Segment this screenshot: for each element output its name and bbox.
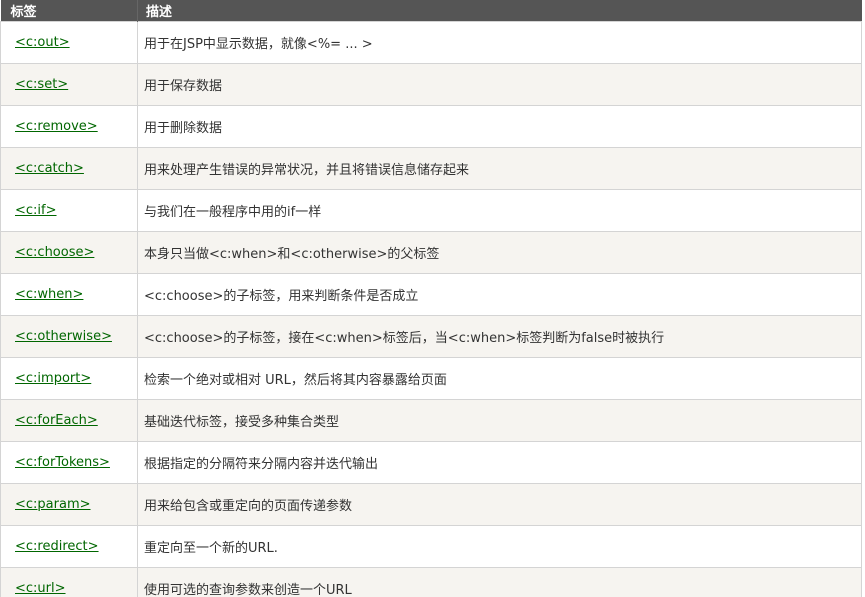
description-cell: 基础迭代标签，接受多种集合类型	[137, 399, 862, 442]
page: 标签 描述 <c:out> 用于在JSP中显示数据，就像<%= ... > <c…	[0, 0, 865, 597]
table-row: <c:if> 与我们在一般程序中用的if一样	[0, 189, 862, 232]
description-cell: 与我们在一般程序中用的if一样	[137, 189, 862, 232]
description-cell: <c:choose>的子标签，接在<c:when>标签后，当<c:when>标签…	[137, 315, 862, 358]
tag-cell: <c:remove>	[0, 105, 138, 148]
description-cell: 本身只当做<c:when>和<c:otherwise>的父标签	[137, 231, 862, 274]
description-cell: 使用可选的查询参数来创造一个URL	[137, 567, 862, 597]
description-cell: 用于保存数据	[137, 63, 862, 106]
tag-cell: <c:param>	[0, 483, 138, 526]
table-row: <c:param> 用来给包含或重定向的页面传递参数	[0, 483, 862, 526]
description-cell: 用来处理产生错误的异常状况，并且将错误信息储存起来	[137, 147, 862, 190]
tag-link-c-set[interactable]: <c:set>	[15, 77, 68, 92]
tag-cell: <c:catch>	[0, 147, 138, 190]
tag-link-c-choose[interactable]: <c:choose>	[15, 245, 94, 260]
tag-link-c-otherwise[interactable]: <c:otherwise>	[15, 329, 112, 344]
tag-link-c-when[interactable]: <c:when>	[15, 287, 83, 302]
tag-cell: <c:out>	[0, 21, 138, 64]
tag-link-c-param[interactable]: <c:param>	[15, 497, 91, 512]
table-header: 标签 描述	[0, 0, 862, 22]
tag-link-c-url[interactable]: <c:url>	[15, 581, 66, 596]
tag-link-c-if[interactable]: <c:if>	[15, 203, 57, 218]
tag-cell: <c:url>	[0, 567, 138, 597]
table-body: <c:out> 用于在JSP中显示数据，就像<%= ... > <c:set> …	[0, 21, 862, 597]
tag-cell: <c:import>	[0, 357, 138, 400]
table-row: <c:forEach> 基础迭代标签，接受多种集合类型	[0, 399, 862, 442]
description-cell: <c:choose>的子标签，用来判断条件是否成立	[137, 273, 862, 316]
column-header-description: 描述	[137, 0, 862, 22]
table-row: <c:choose> 本身只当做<c:when>和<c:otherwise>的父…	[0, 231, 862, 274]
description-cell: 用于删除数据	[137, 105, 862, 148]
description-cell: 重定向至一个新的URL.	[137, 525, 862, 568]
table-row: <c:forTokens> 根据指定的分隔符来分隔内容并迭代输出	[0, 441, 862, 484]
tag-cell: <c:forEach>	[0, 399, 138, 442]
table-row: <c:redirect> 重定向至一个新的URL.	[0, 525, 862, 568]
table-row: <c:when> <c:choose>的子标签，用来判断条件是否成立	[0, 273, 862, 316]
tag-link-c-redirect[interactable]: <c:redirect>	[15, 539, 99, 554]
table-header-row: 标签 描述	[0, 0, 862, 22]
jstl-tag-table: 标签 描述 <c:out> 用于在JSP中显示数据，就像<%= ... > <c…	[0, 0, 862, 597]
tag-link-c-foreach[interactable]: <c:forEach>	[15, 413, 98, 428]
table-row: <c:set> 用于保存数据	[0, 63, 862, 106]
table-row: <c:otherwise> <c:choose>的子标签，接在<c:when>标…	[0, 315, 862, 358]
description-cell: 用来给包含或重定向的页面传递参数	[137, 483, 862, 526]
tag-cell: <c:set>	[0, 63, 138, 106]
tag-cell: <c:choose>	[0, 231, 138, 274]
tag-cell: <c:forTokens>	[0, 441, 138, 484]
tag-cell: <c:otherwise>	[0, 315, 138, 358]
tag-cell: <c:if>	[0, 189, 138, 232]
tag-link-c-fortokens[interactable]: <c:forTokens>	[15, 455, 110, 470]
description-cell: 根据指定的分隔符来分隔内容并迭代输出	[137, 441, 862, 484]
table-row: <c:import> 检索一个绝对或相对 URL，然后将其内容暴露给页面	[0, 357, 862, 400]
description-cell: 用于在JSP中显示数据，就像<%= ... >	[137, 21, 862, 64]
description-cell: 检索一个绝对或相对 URL，然后将其内容暴露给页面	[137, 357, 862, 400]
table-row: <c:catch> 用来处理产生错误的异常状况，并且将错误信息储存起来	[0, 147, 862, 190]
table-row: <c:out> 用于在JSP中显示数据，就像<%= ... >	[0, 21, 862, 64]
tag-link-c-import[interactable]: <c:import>	[15, 371, 91, 386]
tag-link-c-out[interactable]: <c:out>	[15, 35, 70, 50]
column-header-tag: 标签	[0, 0, 138, 22]
table-row: <c:remove> 用于删除数据	[0, 105, 862, 148]
table-row: <c:url> 使用可选的查询参数来创造一个URL	[0, 567, 862, 597]
tag-link-c-remove[interactable]: <c:remove>	[15, 119, 98, 134]
tag-cell: <c:when>	[0, 273, 138, 316]
tag-cell: <c:redirect>	[0, 525, 138, 568]
tag-link-c-catch[interactable]: <c:catch>	[15, 161, 84, 176]
